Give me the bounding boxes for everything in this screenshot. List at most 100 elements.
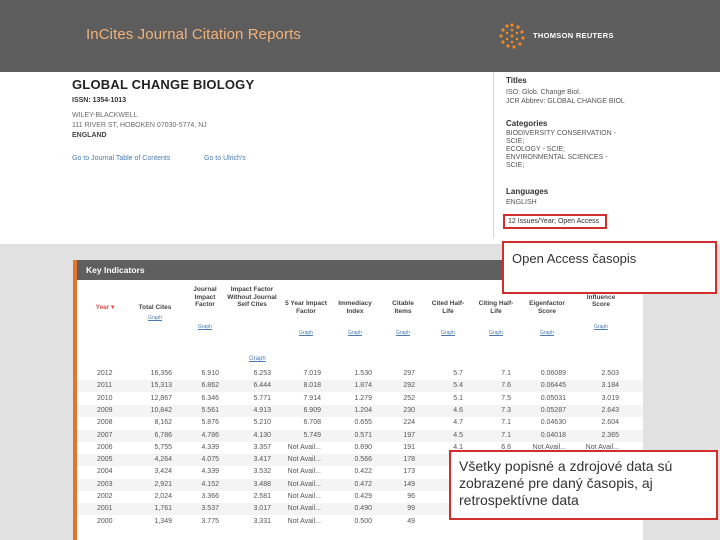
table-cell: 7.1 [501, 370, 511, 377]
table-cell: 2006 [97, 443, 113, 451]
table-cell: 6.910 [201, 370, 219, 377]
table-cell: 2.643 [601, 406, 619, 414]
divider [493, 72, 494, 238]
table-cell: 149 [403, 480, 415, 488]
app-title[interactable]: InCites Journal Citation Reports [86, 26, 301, 43]
table-cell: 2005 [97, 456, 113, 464]
description-callout: Všetky popisné a zdrojové data sú zobraz… [449, 450, 718, 520]
table-cell: 173 [403, 468, 415, 476]
key-indicators-title: Key Indicators [86, 265, 145, 275]
table-cell: 4.339 [201, 443, 219, 451]
table-cell: 15,313 [150, 382, 172, 390]
table-cell: 292 [403, 382, 415, 390]
table-row: 2008 8,162 5.876 5.210 6.708 0.655 224 4.7 7.1 0.… [77, 417, 643, 429]
table-cell: 5.771 [253, 394, 271, 402]
table-cell: 4.786 [201, 431, 219, 439]
table-cell: 4,264 [154, 456, 172, 464]
frequency-highlight: 12 Issues/Year; Open Access [503, 214, 607, 229]
table-cell: 0.429 [354, 493, 372, 500]
column-graph-link[interactable]: Graph [475, 330, 517, 336]
app-header: InCites Journal Citation Reports THOMSON… [0, 0, 720, 72]
table-cell: 4.6 [453, 406, 463, 414]
table-cell: 2000 [97, 517, 113, 525]
table-cell: 0.571 [354, 431, 372, 439]
table-cell: 1.204 [354, 406, 372, 414]
jcr-abbrev-title: JCR Abbrev: GLOBAL CHANGE BIOL [506, 98, 625, 105]
table-cell: 0.06089 [540, 370, 566, 377]
column-header: Citable Items [392, 300, 414, 315]
category-line: SCIE; [506, 138, 525, 145]
table-cell: 16,356 [150, 370, 172, 377]
category-line: BIODIVERSITY CONSERVATION - [506, 130, 616, 137]
column-graph-link[interactable]: Graph [522, 330, 572, 336]
table-cell: 96 [407, 493, 415, 500]
table-cell: 252 [403, 394, 415, 402]
column-graph-link[interactable]: Graph [185, 324, 225, 330]
table-cell: 6.253 [253, 370, 271, 377]
table-cell: 3.017 [253, 505, 271, 513]
column-header: 5 Year Impact Factor [285, 300, 327, 315]
table-cell: 2.503 [601, 370, 619, 377]
table-row: 2009 10,842 5.561 4.913 6.909 1.204 230 4.6 7.3 0… [77, 404, 643, 417]
publisher-name: WILEY-BLACKWELL [72, 112, 138, 119]
table-cell: 0.05287 [540, 406, 566, 414]
table-cell: 3,424 [154, 468, 172, 476]
table-cell: 6.708 [303, 419, 321, 427]
table-cell: 5.7 [453, 370, 463, 377]
table-cell: 5.749 [303, 431, 321, 439]
table-cell: 3.357 [253, 443, 271, 451]
column-graph-link[interactable]: Graph [577, 324, 625, 330]
table-cell: 8.018 [303, 382, 321, 390]
table-cell: Not Avail... [287, 468, 321, 476]
language-value: ENGLISH [506, 199, 537, 206]
table-row: 2010 12,867 6.346 5.771 7.914 1.279 252 5.1 7.5 0… [77, 393, 643, 405]
publisher-country: ENGLAND [72, 132, 107, 139]
column-graph-link[interactable]: Graph [385, 330, 421, 336]
table-cell: 5.4 [453, 382, 463, 390]
table-cell: 2.365 [601, 431, 619, 439]
table-cell: 4.339 [201, 468, 219, 476]
column-header: Total Cites [138, 304, 172, 311]
table-cell: 6,786 [154, 431, 172, 439]
table-cell: 2004 [97, 468, 113, 476]
graph-link[interactable]: Graph [249, 356, 266, 362]
column-graph-link[interactable]: Graph [132, 315, 178, 321]
journal-info-panel: GLOBAL CHANGE BIOLOGY ISSN: 1354-1013 WI… [0, 72, 720, 244]
table-cell: 2,024 [154, 493, 172, 500]
table-cell: 297 [403, 370, 415, 377]
table-cell: 4.913 [253, 406, 271, 414]
table-cell: 178 [403, 456, 415, 464]
journal-toc-link[interactable]: Go to Journal Table of Contents [72, 155, 170, 162]
column-graph-link[interactable]: Graph [332, 330, 378, 336]
column-graph-link[interactable]: Graph [285, 330, 327, 336]
column-header: Citing Half-Life [478, 300, 514, 315]
table-cell: 3.537 [201, 505, 219, 513]
table-cell: 3.488 [253, 480, 271, 488]
table-cell: 2,921 [154, 480, 172, 488]
table-cell: 0.490 [354, 505, 372, 513]
table-cell: 3.775 [201, 517, 219, 525]
table-cell: 5.210 [253, 419, 271, 427]
table-cell: 10,842 [150, 406, 172, 414]
table-cell: 7.5 [501, 394, 511, 402]
table-cell: 2.604 [601, 419, 619, 427]
jcr-screen: { "header": { "app_title": "InCites Jour… [0, 0, 720, 540]
table-cell: 2003 [97, 480, 113, 488]
column-header: Eigenfactor Score [529, 300, 565, 315]
table-row: 2007 6,786 4.786 4.130 5.749 0.571 197 4.5 7.1 0.… [77, 429, 643, 442]
table-cell: 3.366 [201, 493, 219, 500]
table-cell: 5.561 [201, 406, 219, 414]
titles-heading: Titles [506, 76, 527, 85]
journal-title: GLOBAL CHANGE BIOLOGY [72, 77, 255, 92]
ulrichs-link[interactable]: Go to Ulrich's [204, 155, 246, 162]
column-graph-link[interactable]: Graph [427, 330, 469, 336]
table-cell: 2012 [97, 370, 113, 377]
table-cell: 3.532 [253, 468, 271, 476]
table-cell: Not Avail... [287, 517, 321, 525]
column-header: Immediacy Index [338, 300, 372, 315]
table-cell: 0.05031 [540, 394, 566, 402]
column-header[interactable]: Year ▾ [85, 304, 125, 312]
categories-heading: Categories [506, 119, 548, 128]
table-cell: 0.422 [354, 468, 372, 476]
column-header: Cited Half-Life [431, 300, 465, 315]
